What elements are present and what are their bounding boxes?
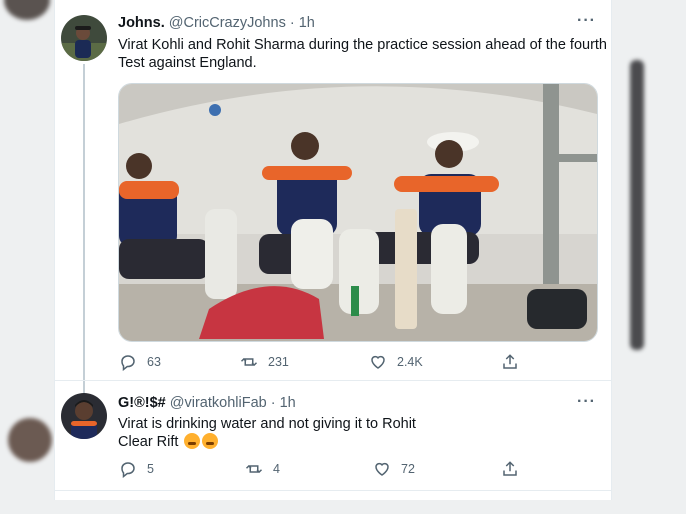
user-handle[interactable]: @CricCrazyJohns [169, 15, 286, 31]
tweet-1-text: Virat Kohli and Rohit Sharma during the … [118, 36, 607, 72]
user-handle[interactable]: @viratkohliFab [170, 395, 267, 411]
background-edge-blur [630, 60, 644, 350]
tweet-text-line: Test against England. [118, 55, 257, 71]
reply-icon [121, 462, 135, 478]
retweet-count: 4 [273, 462, 280, 476]
retweet-button[interactable]: 231 [240, 353, 289, 371]
heart-icon [371, 355, 385, 369]
card-bottom-border [55, 490, 611, 491]
share-button[interactable] [501, 460, 519, 478]
like-count: 2.4K [397, 355, 423, 369]
avatar-viratkohlifab[interactable] [61, 393, 107, 439]
angry-face-icon [184, 433, 201, 449]
reply-icon [121, 355, 135, 371]
separator-dot: · [270, 395, 276, 411]
reply-count: 63 [147, 355, 161, 369]
tweet-2[interactable]: G!®!$# @viratkohliFab · 1h ··· Virat is … [55, 381, 611, 491]
display-name[interactable]: G!®!$# [118, 395, 166, 411]
practice-session-photo [119, 84, 597, 341]
like-button[interactable]: 72 [373, 460, 415, 478]
tweet-thread-card: Johns. @CricCrazyJohns · 1h ··· Virat Ko… [54, 0, 612, 500]
like-count: 72 [401, 462, 415, 476]
tweet-text-line: Virat Kohli and Rohit Sharma during the … [118, 37, 607, 53]
thread-connector-line [83, 64, 85, 394]
tweet-2-text: Virat is drinking water and not giving i… [118, 415, 416, 451]
separator-dot: · [289, 15, 295, 31]
reply-button[interactable]: 5 [119, 460, 154, 478]
tweet-photo[interactable] [118, 83, 598, 342]
avatar-cric-crazy-johns[interactable] [61, 15, 107, 61]
tweet-text-line-2: Clear Rift [118, 433, 416, 451]
angry-face-icon [202, 433, 219, 449]
tweet-text-fragment: Clear Rift [118, 434, 179, 450]
share-icon [503, 354, 517, 369]
retweet-icon [245, 464, 263, 474]
retweet-icon [240, 357, 258, 367]
like-button[interactable]: 2.4K [369, 353, 423, 371]
display-name[interactable]: Johns. [118, 15, 165, 31]
reply-button[interactable]: 63 [119, 353, 161, 371]
share-icon [503, 461, 517, 476]
more-options-icon[interactable]: ··· [577, 393, 596, 411]
timestamp[interactable]: 1h [280, 395, 296, 411]
tweet-2-header: G!®!$# @viratkohliFab · 1h [118, 395, 296, 411]
retweet-button[interactable]: 4 [245, 460, 280, 478]
background-avatar-blur-top [4, 0, 50, 20]
tweet-1-header: Johns. @CricCrazyJohns · 1h [118, 15, 315, 31]
timestamp[interactable]: 1h [299, 15, 315, 31]
tweet-text-line: Virat is drinking water and not giving i… [118, 416, 416, 432]
reply-count: 5 [147, 462, 154, 476]
background-avatar-blur [8, 418, 52, 462]
heart-icon [375, 462, 389, 476]
share-button[interactable] [501, 353, 519, 371]
tweet-1[interactable]: Johns. @CricCrazyJohns · 1h ··· Virat Ko… [55, 0, 611, 394]
more-options-icon[interactable]: ··· [577, 12, 596, 30]
retweet-count: 231 [268, 355, 289, 369]
